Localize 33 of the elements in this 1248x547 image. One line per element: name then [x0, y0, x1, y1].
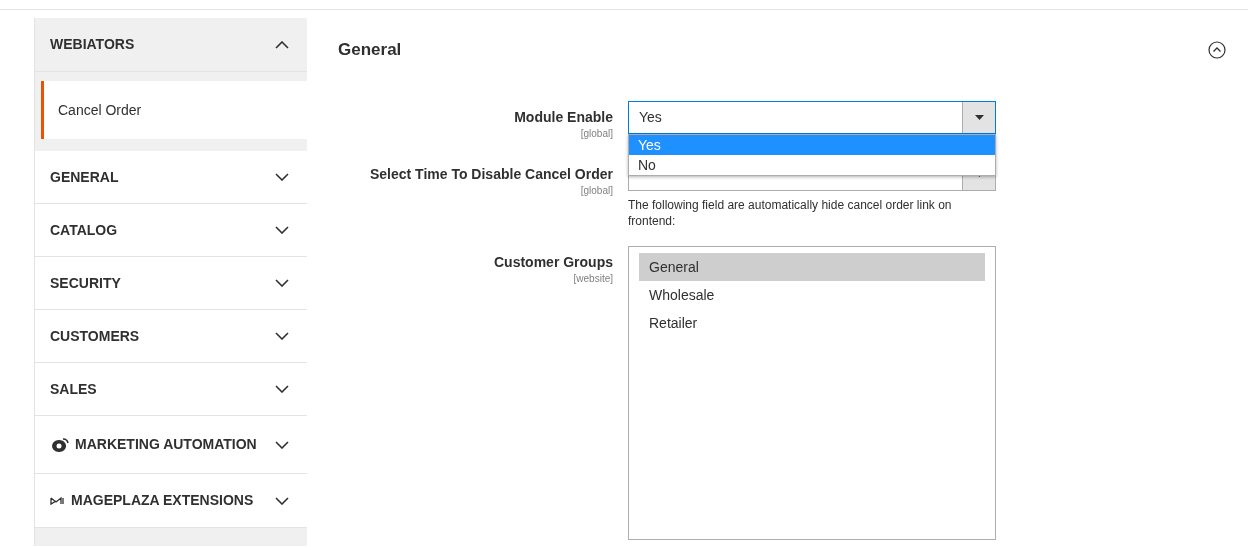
- section-title: MAGEPLAZA EXTENSIONS: [71, 491, 254, 510]
- list-option[interactable]: Wholesale: [639, 280, 985, 309]
- scope-label: [global]: [579, 126, 613, 141]
- scope-label: [global]: [579, 183, 613, 198]
- section-title: CATALOG: [50, 220, 118, 240]
- section-title: CUSTOMERS: [50, 326, 140, 346]
- bowtie-icon: [50, 494, 65, 507]
- section-header[interactable]: SECURITY: [35, 257, 307, 310]
- section-header[interactable]: SALES: [35, 363, 307, 416]
- multiselect-field[interactable]: General Wholesale Retailer: [628, 245, 996, 540]
- section-title: SECURITY: [50, 273, 121, 293]
- section-header[interactable]: MARKETING AUTOMATION: [35, 416, 307, 474]
- field-label: Select Time To Disable Cancel Order: [368, 165, 613, 183]
- chat-bubble-icon: [50, 436, 69, 453]
- scope-label: [website]: [572, 271, 613, 286]
- sidebar-item[interactable]: Cancel Order: [41, 81, 307, 139]
- field-label: Module Enable: [513, 108, 613, 126]
- dropdown-option[interactable]: No: [629, 154, 995, 175]
- select-field[interactable]: Yes: [628, 100, 996, 134]
- section-title: MARKETING AUTOMATION: [75, 435, 257, 454]
- section-title: GENERAL: [50, 167, 119, 187]
- field-note: The following field are automatically hide cancel order link on frontend:: [628, 196, 953, 229]
- section-title[interactable]: General: [338, 37, 402, 63]
- collapse-icon[interactable]: [1208, 40, 1226, 59]
- section-header[interactable]: MAGEPLAZA EXTENSIONS: [35, 474, 307, 528]
- section-title: SALES: [50, 379, 97, 399]
- section-title: WEBIATORS: [50, 35, 135, 54]
- section-header[interactable]: GENERAL: [35, 151, 307, 204]
- section-header[interactable]: CUSTOMERS: [35, 310, 307, 363]
- field-label: Customer Groups: [493, 253, 613, 271]
- section-header[interactable]: CATALOG: [35, 204, 307, 257]
- list-option[interactable]: Retailer: [639, 308, 985, 337]
- list-option[interactable]: General: [639, 252, 985, 281]
